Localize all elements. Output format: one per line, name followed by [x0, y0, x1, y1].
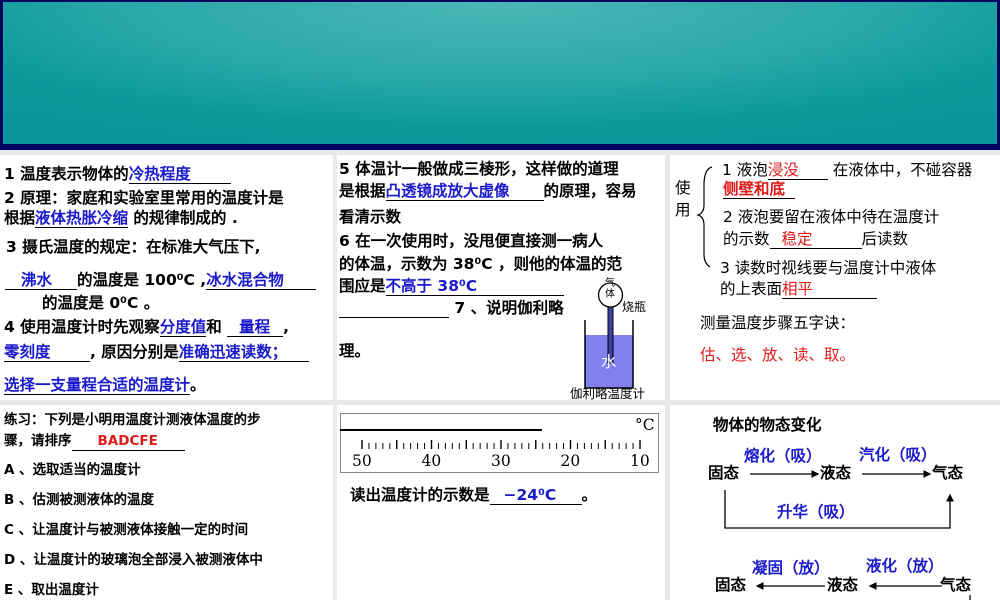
text: 测量温度步骤五字诀：: [700, 314, 856, 332]
answer-blank: 准确迅速读数；: [178, 343, 309, 362]
option-d: D 、让温度计的玻璃泡全部浸入被测液体中: [4, 552, 263, 568]
question: 练习：下列是小明用温度计测液体温度的步: [4, 412, 261, 428]
tick-label: 20: [560, 452, 581, 470]
text: 的上表面: [720, 280, 783, 298]
text: 。: [581, 486, 598, 504]
text: 在液体中，不碰容器: [832, 161, 973, 179]
answer-blank: 相平: [782, 280, 878, 299]
tick-label: 40: [421, 452, 442, 470]
text: 2 原理：家庭和实验室里常用的温度计是: [4, 189, 284, 207]
mnemonic: 估、选、放、读、取。: [700, 346, 856, 364]
text: 和: [206, 318, 222, 336]
tick-label: 30: [491, 452, 511, 470]
gas-label: 气体: [605, 278, 615, 300]
text: 2 液泡要留在液体中待在温度计: [723, 208, 940, 226]
arrow-sublimation: [724, 490, 954, 529]
answer-blank: 液体热胀冷缩: [35, 209, 129, 228]
text: 1 温度表示物体的: [4, 165, 129, 183]
panel-usage: 使用 1 液泡浸没 在液体中，不碰容器 侧壁和底 2 液泡要留在液体中待在温度计…: [670, 155, 1000, 400]
option-a: A 、选取适当的温度计: [4, 462, 141, 478]
text: , 原因分别是: [90, 343, 179, 361]
question: 骤，请排序: [4, 433, 72, 449]
answer-blank: 冷热程度: [128, 165, 231, 184]
option-b: B 、估测被测液体的温度: [4, 492, 154, 508]
text: 后读数: [861, 230, 909, 248]
state-change-arrows: [724, 470, 971, 600]
text: 根据: [4, 209, 36, 227]
text: 3 读数时视线要与温度计中液体: [720, 259, 937, 277]
answer-blank: 侧壁和底: [723, 180, 795, 199]
unit-label: °C: [635, 416, 655, 434]
answer-blank: 量程: [227, 318, 284, 337]
answer-blank: 浸没: [767, 161, 828, 180]
text: 4 使用温度计时先观察: [4, 318, 160, 336]
panel-thermometer-reading: °C 50 40 30 20 10 读出温度计的示数是 −24⁰C。: [337, 405, 665, 600]
text: 的温度是 100⁰C ,: [77, 271, 207, 289]
text: 的示数: [723, 230, 770, 248]
answer-blank: 零刻度: [4, 343, 90, 362]
figure-caption: 伽利略温度计: [570, 386, 646, 400]
answer-blank: −24⁰C: [489, 486, 582, 505]
answer-blank: 稳定: [769, 230, 862, 249]
answer-blank: 选择一支量程合适的温度计: [4, 376, 191, 395]
tick-label: 10: [630, 452, 650, 470]
option-e: E 、取出温度计: [4, 582, 99, 598]
option-c: C 、让温度计与被测液体接触一定的时间: [4, 522, 249, 538]
text: 的规律制成的 .: [128, 209, 238, 227]
panel-thermometer-basics: 1 温度表示物体的冷热程度 2 原理：家庭和实验室里常用的温度计是 根据液体热胀…: [0, 155, 333, 400]
answer-blank: 沸水: [5, 271, 77, 290]
answer-blank: 冰水混合物: [206, 271, 317, 290]
text: 的温度是 0⁰C 。: [42, 294, 160, 312]
question: 读出温度计的示数是: [350, 486, 490, 504]
text: 3 摄氏温度的规定：在标准大气压下,: [6, 238, 261, 256]
text: 。: [190, 376, 206, 394]
panel-clinical-thermometer: 5 体温计一般做成三棱形，这样做的道理 是根据凸透镜成放大虚像 的原理，容易 看清…: [337, 155, 665, 400]
text: ,: [283, 318, 290, 336]
header-banner: [3, 2, 997, 144]
slide-header: [0, 0, 1000, 150]
answer-blank: 分度值: [159, 318, 207, 337]
panel-exercise: 练习：下列是小明用温度计测液体温度的步 骤，请排序 BADCFE A 、选取适当的…: [0, 405, 333, 600]
answer-blank: BADCFE: [71, 432, 185, 451]
flask-label: 烧瓶: [622, 300, 647, 314]
panel-state-changes: 物体的物态变化 熔化（吸） 汽化（吸） 固态 液态 气态 升华（吸） 凝固（放）…: [670, 405, 1000, 600]
tick-label: 50: [352, 452, 372, 470]
water-label: 水: [601, 353, 617, 371]
text: 1 液泡: [722, 161, 768, 179]
